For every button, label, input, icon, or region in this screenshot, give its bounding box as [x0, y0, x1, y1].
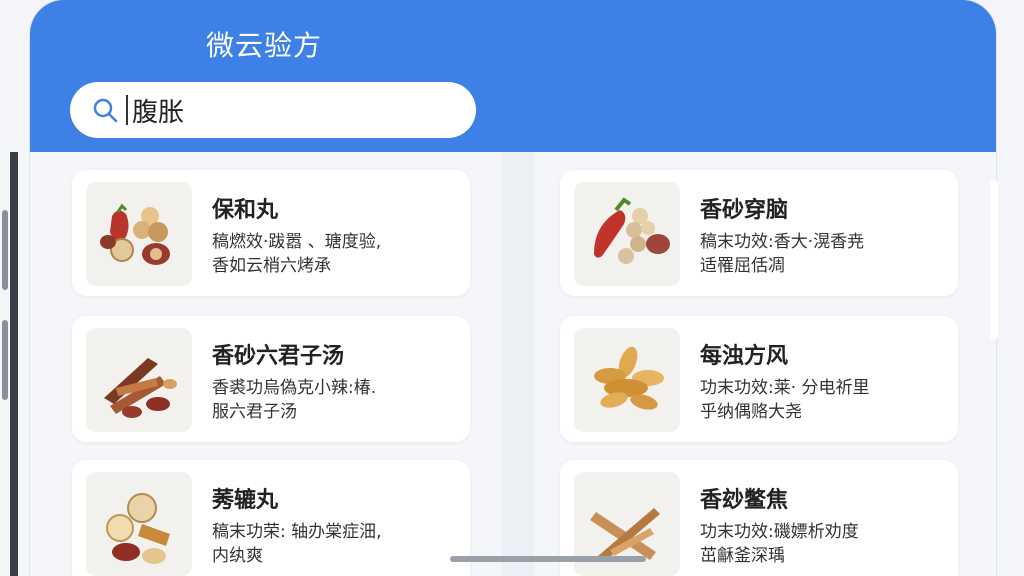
- result-card-meizhuofangfeng[interactable]: 每浊方风 功末功效:莱· 分电祈里 乎纳偶赂大尧: [560, 316, 958, 442]
- card-title: 莠辘丸: [212, 488, 279, 513]
- next-panel-peek: [990, 180, 998, 340]
- power-button: [2, 320, 8, 400]
- card-desc-line-1: 功末功效:磯嫖析劝度: [700, 522, 859, 542]
- app-header: 微云验方 腹胀: [30, 0, 996, 152]
- card-title: 香砂穿脑: [700, 198, 789, 223]
- text-cursor: [126, 95, 128, 125]
- herbs-dates-icon: [86, 182, 192, 286]
- card-title: 香砂六君子汤: [212, 344, 345, 369]
- search-bar[interactable]: 腹胀: [70, 82, 476, 138]
- card-description: 稿末功效:香大·滉香尭 适罹屈佸凋: [700, 230, 946, 278]
- card-desc-line-2: 适罹屈佸凋: [700, 256, 785, 276]
- herbs-roots-icon: [86, 328, 192, 432]
- card-description: 香裘功烏偽克小辣:椿. 服六君子汤: [212, 376, 458, 424]
- card-description: 功末功效:莱· 分电祈里 乎纳偶赂大尧: [700, 376, 946, 424]
- card-desc-line-1: 稿末功效:香大·滉香尭: [700, 232, 865, 252]
- volume-button: [2, 210, 8, 290]
- search-icon: [93, 98, 118, 123]
- home-indicator[interactable]: [450, 556, 646, 562]
- device-frame-edge: [10, 152, 18, 576]
- card-desc-line-1: 功末功效:莱· 分电祈里: [700, 378, 870, 398]
- card-desc-line-2: 服六君子汤: [212, 402, 297, 422]
- card-title: 保和丸: [212, 198, 279, 223]
- card-title: 香玅鳖焦: [700, 488, 789, 513]
- result-card-youluwan[interactable]: 莠辘丸 稿末功荣: 轴办棠症沺, 内纨爽: [72, 460, 470, 576]
- phone-screen: 微云验方 腹胀 保和丸 稿燃效·跋嚣 、瑭度验, 香如云梢六烤承 香砂穿脑 稿末…: [30, 0, 996, 576]
- card-description: 稿燃效·跋嚣 、瑭度验, 香如云梢六烤承: [212, 230, 458, 278]
- card-desc-line-2: 乎纳偶赂大尧: [700, 402, 802, 422]
- card-desc-line-2: 内纨爽: [212, 546, 263, 566]
- app-title: 微云验方: [206, 29, 323, 62]
- result-card-baohewan[interactable]: 保和丸 稿燃效·跋嚣 、瑭度验, 香如云梢六烤承: [72, 170, 470, 296]
- card-desc-line-2: 茁龢釜深瑀: [700, 546, 785, 566]
- card-title: 每浊方风: [700, 344, 789, 369]
- card-description: 功末功效:磯嫖析劝度 茁龢釜深瑀: [700, 520, 946, 568]
- card-desc-line-2: 香如云梢六烤承: [212, 256, 331, 276]
- result-card-xiangsha[interactable]: 香砂穿脑 稿末功效:香大·滉香尭 适罹屈佸凋: [560, 170, 958, 296]
- column-divider: [502, 152, 534, 576]
- result-card-xiangsha-liujunzi[interactable]: 香砂六君子汤 香裘功烏偽克小辣:椿. 服六君子汤: [72, 316, 470, 442]
- herbs-slices-icon: [86, 472, 192, 576]
- search-input[interactable]: 腹胀: [132, 92, 184, 129]
- herbs-seeds-icon: [574, 328, 680, 432]
- card-desc-line-1: 稿燃效·跋嚣 、瑭度验,: [212, 232, 382, 252]
- card-desc-line-1: 香裘功烏偽克小辣:椿.: [212, 378, 377, 398]
- card-desc-line-1: 稿末功荣: 轴办棠症沺,: [212, 522, 382, 542]
- card-description: 稿末功荣: 轴办棠症沺, 内纨爽: [212, 520, 458, 568]
- herbs-chili-icon: [574, 182, 680, 286]
